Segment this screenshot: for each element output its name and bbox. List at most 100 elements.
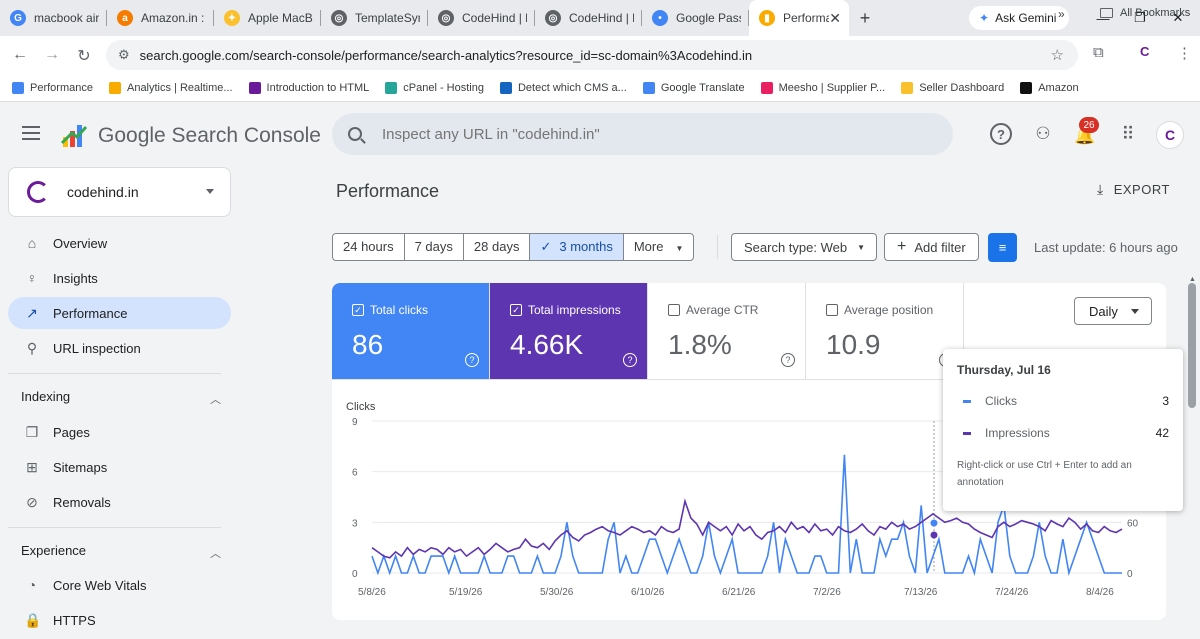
- metric-label: Total impressions: [528, 303, 621, 317]
- extensions-icon[interactable]: ⧉: [1093, 44, 1104, 61]
- inspect-url-input[interactable]: [382, 125, 882, 143]
- metric-average-ctr[interactable]: Average CTR 1.8%?: [648, 283, 806, 379]
- tab-favicon-icon: G: [10, 10, 26, 26]
- checkbox-checked-icon[interactable]: ✓: [352, 304, 364, 316]
- bookmark-item[interactable]: Analytics | Realtime...: [108, 81, 233, 94]
- filter-list-icon[interactable]: ≡: [988, 233, 1017, 262]
- all-bookmarks-button[interactable]: All Bookmarks: [1100, 7, 1190, 19]
- tab-favicon-icon: •: [652, 10, 668, 26]
- bookmark-item[interactable]: Google Translate: [642, 81, 745, 94]
- indexing-section-header[interactable]: Indexing: [21, 389, 70, 404]
- sidebar-item-core-web-vitals[interactable]: ◔ Core Web Vitals: [8, 569, 231, 601]
- page-scrollbar[interactable]: [1188, 283, 1196, 408]
- checkbox-icon[interactable]: [826, 304, 838, 316]
- sidebar-divider: [8, 527, 221, 528]
- metric-label-row: Average position: [826, 303, 963, 317]
- ask-gemini-label: Ask Gemini: [995, 11, 1057, 25]
- export-button[interactable]: ⤓ EXPORT: [1097, 181, 1170, 198]
- main-menu-icon[interactable]: [22, 126, 40, 144]
- browser-tab[interactable]: ◎ TemplateSynta: [321, 0, 428, 36]
- forward-icon[interactable]: →: [36, 46, 68, 64]
- checkbox-checked-icon[interactable]: ✓: [510, 304, 522, 316]
- sidebar-item-label: URL inspection: [53, 340, 141, 356]
- close-tab-icon[interactable]: ✕: [829, 10, 841, 27]
- new-tab-button[interactable]: +: [849, 8, 881, 29]
- sidebar-divider: [8, 373, 221, 374]
- ask-gemini-button[interactable]: ✦ Ask Gemini: [969, 6, 1069, 30]
- range-24-hours[interactable]: 24 hours: [333, 234, 405, 260]
- bookmark-label: Performance: [30, 81, 93, 94]
- avatar[interactable]: C: [1156, 121, 1184, 149]
- sidebar-item-removals[interactable]: ⊘ Removals: [8, 486, 231, 518]
- metric-average-position[interactable]: Average position10.9?: [806, 283, 964, 379]
- bookmark-item[interactable]: Introduction to HTML: [248, 81, 369, 94]
- range-More[interactable]: More ▼: [624, 234, 694, 260]
- bookmark-item[interactable]: Detect which CMS a...: [499, 81, 627, 94]
- bookmarks-more-icon[interactable]: »: [1058, 7, 1065, 21]
- metric-label: Average CTR: [686, 303, 759, 317]
- help-icon[interactable]: ?: [623, 353, 637, 367]
- range-label: 24 hours: [343, 239, 394, 254]
- chevron-up-icon[interactable]: ︿: [210, 545, 221, 561]
- scroll-up-icon[interactable]: ▲: [1189, 276, 1196, 283]
- browser-tab[interactable]: • Google Passw: [642, 0, 749, 36]
- search-type-button[interactable]: Search type: Web ▼: [731, 233, 877, 261]
- bookmark-label: Amazon: [1038, 81, 1079, 94]
- url-bar[interactable]: ⚙ search.google.com/search-console/perfo…: [106, 40, 1078, 70]
- app-header: Google Search Console ? ⚇ 🔔 ⠿: [0, 103, 1200, 167]
- browser-tab[interactable]: Gmacbook air n: [0, 0, 107, 36]
- granularity-select[interactable]: Daily: [1074, 297, 1152, 325]
- bookmark-label: Seller Dashboard: [919, 81, 1005, 94]
- bookmark-item[interactable]: Amazon: [1020, 81, 1079, 94]
- checkbox-icon[interactable]: [668, 304, 680, 316]
- manage-users-icon[interactable]: ⚇: [1032, 123, 1054, 145]
- help-icon[interactable]: ?: [781, 353, 795, 367]
- help-icon[interactable]: ?: [465, 353, 479, 367]
- apps-grid-icon[interactable]: ⠿: [1117, 123, 1139, 145]
- url-inspection-search[interactable]: [332, 113, 953, 155]
- trending-up-icon: ↗: [26, 304, 38, 321]
- chevron-up-icon[interactable]: ︿: [210, 391, 221, 407]
- range-3-months[interactable]: ✓ 3 months: [530, 234, 624, 260]
- sidebar-item-performance[interactable]: ↗ Performance: [8, 297, 231, 329]
- chart-tooltip: Thursday, Jul 16 Clicks 3 Impressions 42…: [943, 349, 1183, 511]
- bookmark-favicon-icon: [499, 81, 512, 94]
- sidebar-item-overview[interactable]: ⌂ Overview: [8, 227, 231, 259]
- metric-label: Total clicks: [370, 303, 429, 317]
- sidebar-item-pages[interactable]: ❐ Pages: [8, 416, 231, 448]
- bookmark-item[interactable]: Performance: [12, 81, 93, 94]
- bookmark-favicon-icon: [760, 81, 773, 94]
- browser-tab[interactable]: a Amazon.in : ra: [107, 0, 214, 36]
- metric-label-row: ✓ Total impressions: [510, 303, 647, 317]
- bookmark-favicon-icon: [385, 81, 398, 94]
- metric-total-clicks[interactable]: ✓ Total clicks 86?: [332, 283, 490, 379]
- browser-tab[interactable]: ✦ Apple MacBo: [214, 0, 321, 36]
- sidebar-item-sitemaps[interactable]: ⊞ Sitemaps: [8, 451, 231, 483]
- sidebar-item-https[interactable]: 🔒 HTTPS: [8, 604, 231, 636]
- profile-icon[interactable]: C: [1140, 44, 1149, 59]
- x-tick-label: 5/8/26: [358, 587, 386, 598]
- bookmark-star-icon[interactable]: ☆: [1051, 46, 1064, 64]
- sidebar-item-insights[interactable]: ♀ Insights: [8, 262, 231, 294]
- sidebar-item-label: Insights: [53, 270, 98, 286]
- site-info-icon[interactable]: ⚙: [118, 47, 130, 63]
- bookmark-item[interactable]: cPanel - Hosting: [385, 81, 484, 94]
- property-selector[interactable]: codehind.in: [8, 167, 231, 217]
- browser-tab[interactable]: ◎ CodeHind | Be: [428, 0, 535, 36]
- sidebar-item-url-inspection[interactable]: ⚲ URL inspection: [8, 332, 231, 364]
- range-28-days[interactable]: 28 days: [464, 234, 531, 260]
- metric-total-impressions[interactable]: ✓ Total impressions 4.66K?: [490, 283, 648, 379]
- back-icon[interactable]: ←: [4, 46, 36, 64]
- bookmark-item[interactable]: Seller Dashboard: [901, 81, 1005, 94]
- impressions-legend-icon: [963, 431, 971, 435]
- add-filter-button[interactable]: + Add filter: [884, 233, 979, 261]
- check-icon: ✓: [540, 239, 552, 254]
- menu-kebab-icon[interactable]: ⋮: [1177, 44, 1192, 62]
- bookmark-item[interactable]: Meesho | Supplier P...: [760, 81, 885, 94]
- help-icon[interactable]: ?: [990, 123, 1012, 145]
- browser-tab[interactable]: ◎ CodeHind | Be: [535, 0, 642, 36]
- range-7-days[interactable]: 7 days: [405, 234, 464, 260]
- experience-section-header[interactable]: Experience: [21, 543, 86, 558]
- reload-icon[interactable]: ↻: [68, 46, 100, 66]
- browser-tab[interactable]: ▮ Performar✕: [749, 0, 849, 36]
